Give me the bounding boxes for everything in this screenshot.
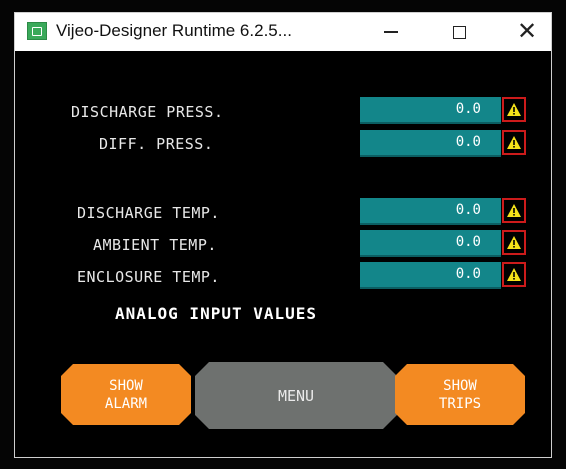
discharge-temp-warning[interactable]	[502, 198, 526, 223]
menu-button[interactable]: MENU	[195, 362, 397, 429]
show-alarm-line1: SHOW	[109, 377, 143, 394]
diff-press-label: DIFF. PRESS.	[99, 135, 214, 153]
close-icon: ✕	[516, 18, 538, 45]
maximize-button[interactable]	[435, 13, 483, 51]
enclosure-temp-label: ENCLOSURE TEMP.	[77, 268, 220, 286]
app-icon	[27, 22, 47, 40]
warning-triangle-icon	[507, 204, 521, 217]
discharge-temp-label: DISCHARGE TEMP.	[77, 204, 220, 222]
diff-press-value: 0.0	[360, 130, 501, 157]
warning-triangle-icon	[507, 268, 521, 281]
warning-triangle-icon	[507, 136, 521, 149]
warning-triangle-icon	[507, 236, 521, 249]
minimize-icon	[384, 31, 398, 33]
show-trips-line1: SHOW	[443, 377, 477, 394]
window-title: Vijeo-Designer Runtime 6.2.5...	[56, 21, 292, 40]
show-alarm-line2: ALARM	[104, 395, 148, 412]
diff-press-warning[interactable]	[502, 130, 526, 155]
minimize-button[interactable]	[367, 13, 415, 51]
discharge-press-warning[interactable]	[502, 97, 526, 122]
ambient-temp-label: AMBIENT TEMP.	[93, 236, 217, 254]
close-button[interactable]: ✕	[503, 13, 551, 51]
maximize-icon	[452, 25, 466, 39]
analog-input-values-heading: ANALOG INPUT VALUES	[115, 304, 318, 323]
runtime-window: Vijeo-Designer Runtime 6.2.5... ✕ DISCHA…	[14, 12, 552, 458]
discharge-temp-value: 0.0	[360, 198, 501, 225]
menu-label: MENU	[277, 386, 315, 405]
enclosure-temp-value: 0.0	[360, 262, 501, 289]
ambient-temp-warning[interactable]	[502, 230, 526, 255]
show-trips-button[interactable]: SHOW TRIPS	[395, 364, 525, 425]
show-alarm-button[interactable]: SHOW ALARM	[61, 364, 191, 425]
enclosure-temp-warning[interactable]	[502, 262, 526, 287]
title-bar[interactable]: Vijeo-Designer Runtime 6.2.5... ✕	[15, 13, 551, 51]
discharge-press-value: 0.0	[360, 97, 501, 124]
discharge-press-label: DISCHARGE PRESS.	[71, 103, 224, 121]
show-trips-line2: TRIPS	[438, 395, 482, 412]
warning-triangle-icon	[507, 103, 521, 116]
ambient-temp-value: 0.0	[360, 230, 501, 257]
